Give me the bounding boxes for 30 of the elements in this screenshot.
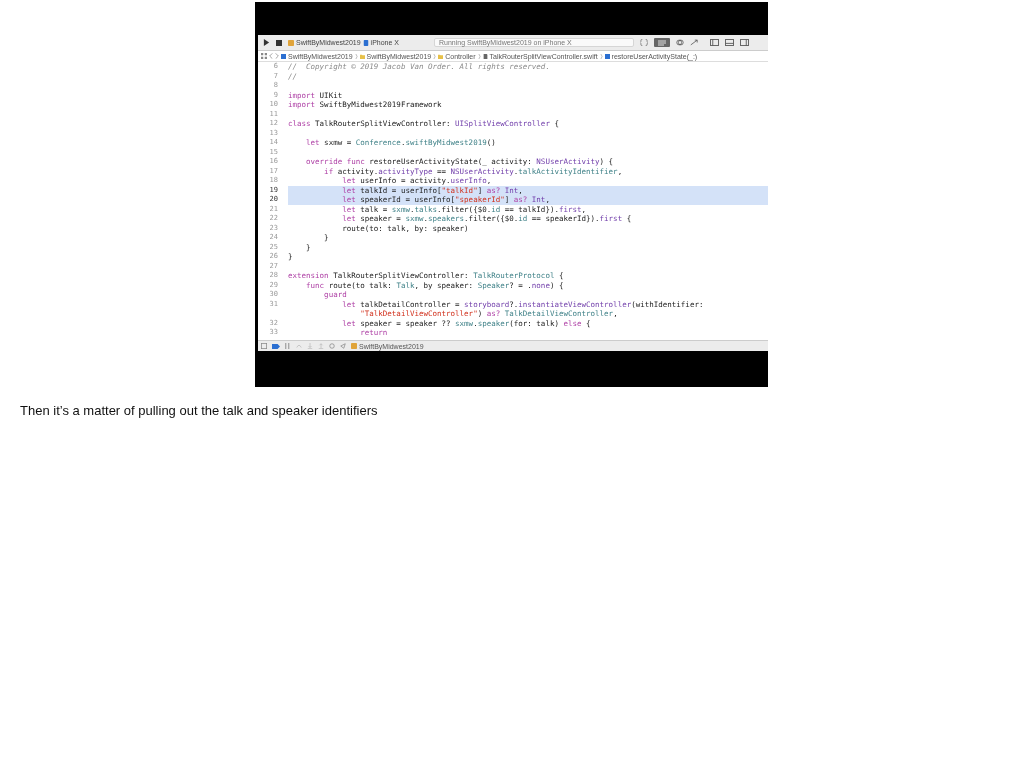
grid-icon[interactable] [261, 53, 267, 59]
file-icon [482, 53, 488, 59]
pause-icon[interactable] [285, 343, 291, 349]
folder-icon [438, 53, 444, 59]
hide-panel-icon[interactable] [261, 343, 267, 349]
chevron-icon [477, 53, 481, 59]
back-icon[interactable] [269, 53, 273, 59]
folder-icon [359, 53, 365, 59]
editor-icon[interactable] [654, 38, 670, 47]
phone-icon [362, 39, 369, 46]
left-panel-icon[interactable] [710, 39, 719, 46]
step-over-icon[interactable] [296, 343, 302, 349]
braces-icon[interactable] [640, 39, 648, 46]
location-icon[interactable] [340, 343, 346, 349]
right-panel-icon[interactable] [740, 39, 749, 46]
rings-icon[interactable] [676, 39, 684, 46]
speaker-notes: Then it’s a matter of pulling out the talk and speaker identifiers [20, 403, 379, 418]
breakpoint-icon[interactable] [272, 343, 280, 349]
play-icon[interactable] [263, 39, 270, 46]
method-icon [604, 53, 610, 59]
stop-icon[interactable] [276, 39, 282, 46]
chevron-icon [599, 53, 603, 59]
chevron-icon [433, 53, 437, 59]
step-out-icon[interactable] [318, 343, 324, 349]
forward-icon[interactable] [275, 53, 279, 59]
project-icon [281, 53, 286, 59]
app-icon [288, 39, 294, 46]
chevron-icon [354, 53, 358, 59]
app-icon [351, 343, 357, 349]
bottom-panel-icon[interactable] [725, 39, 734, 46]
